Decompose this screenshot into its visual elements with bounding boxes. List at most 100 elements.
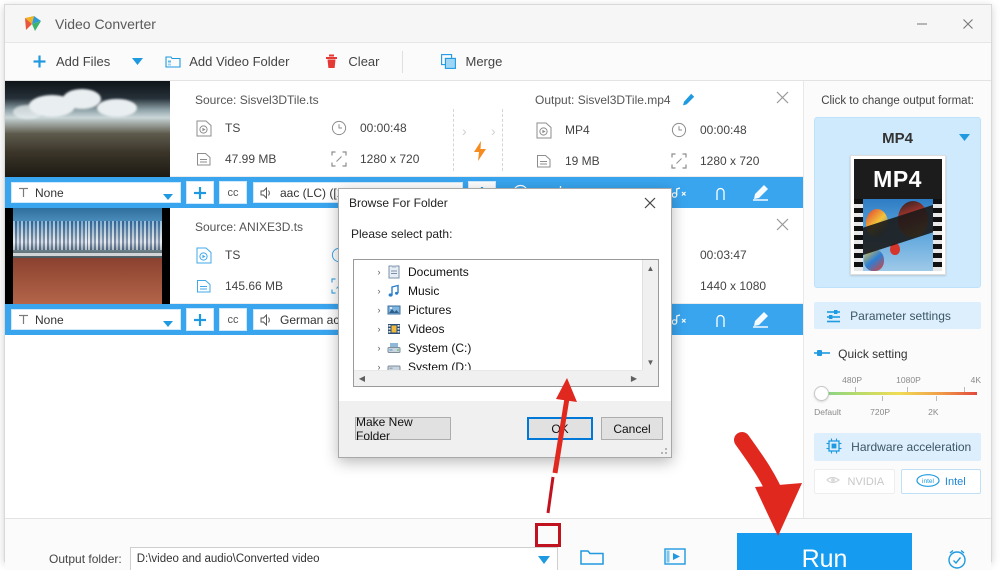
gpu-nvidia-option[interactable]: NVIDIA bbox=[814, 469, 895, 494]
add-files-dropdown[interactable] bbox=[120, 43, 154, 81]
scroll-down-icon[interactable]: ▼ bbox=[643, 354, 658, 370]
slider-track[interactable] bbox=[820, 392, 977, 395]
app-title: Video Converter bbox=[55, 15, 156, 32]
output-format: MP4 bbox=[535, 121, 670, 139]
gpu-intel-option[interactable]: intel Intel bbox=[900, 469, 982, 494]
output-folder-input[interactable]: D:\video and audio\Converted video bbox=[129, 546, 558, 570]
chevron-down-icon[interactable] bbox=[163, 316, 173, 330]
tree-item-system-d[interactable]: › System (D:) bbox=[354, 357, 642, 370]
loop-icon[interactable] bbox=[704, 179, 736, 207]
parameter-settings-label: Parameter settings bbox=[850, 308, 951, 323]
output-folder-label: Output folder: bbox=[49, 551, 122, 566]
slider-label-1080p: 1080P bbox=[896, 375, 921, 385]
resize-grip[interactable] bbox=[658, 445, 668, 455]
add-subtitle-button[interactable] bbox=[186, 308, 214, 331]
slider-label-4k: 4K bbox=[970, 375, 981, 385]
slider-bottom-labels: Default 720P 2K bbox=[814, 407, 981, 420]
output-filename-wrap: Output: Sisvel3DTile.mp4 bbox=[535, 93, 803, 109]
scroll-right-icon[interactable]: ▶ bbox=[626, 374, 642, 383]
tree-item-music[interactable]: › Music bbox=[354, 281, 642, 300]
output-meta: MP4 00:00:48 19 MB 1280 x 720 bbox=[535, 121, 803, 170]
scroll-up-icon[interactable]: ▲ bbox=[643, 260, 658, 276]
run-button[interactable]: Run bbox=[737, 533, 912, 570]
edit-effects-icon[interactable] bbox=[744, 179, 776, 207]
format-card[interactable]: MP4 MP4 bbox=[814, 117, 981, 288]
tree-item-pictures[interactable]: › Pictures bbox=[354, 300, 642, 319]
documents-icon bbox=[386, 264, 402, 280]
folder-video-icon bbox=[164, 53, 181, 70]
source-size: 145.66 MB bbox=[195, 277, 330, 295]
output-duration: 00:03:47 bbox=[670, 246, 803, 264]
closed-caption-button[interactable]: cc bbox=[219, 308, 247, 331]
chevron-down-icon[interactable] bbox=[959, 128, 970, 146]
chevron-right-icon[interactable]: › bbox=[372, 362, 386, 371]
main-toolbar: Add Files Add Video Folder Clear Merge bbox=[5, 43, 991, 81]
add-subtitle-button[interactable] bbox=[186, 181, 214, 204]
chevron-right-icon[interactable]: › bbox=[372, 267, 386, 277]
make-new-folder-button[interactable]: Make New Folder bbox=[355, 415, 451, 443]
chevron-down-icon[interactable] bbox=[163, 189, 173, 203]
tree-item-label: System (D:) bbox=[408, 359, 472, 371]
thumb-left-eye bbox=[13, 208, 88, 304]
source-format: TS bbox=[195, 119, 330, 137]
output-resolution: 1440 x 1080 bbox=[670, 277, 803, 295]
document-icon bbox=[195, 277, 213, 295]
chevron-right-icon: › bbox=[462, 123, 467, 139]
close-icon[interactable] bbox=[945, 5, 991, 43]
chevron-right-icon[interactable]: › bbox=[372, 343, 386, 353]
clear-button[interactable]: Clear bbox=[313, 43, 389, 81]
remove-file-icon[interactable] bbox=[776, 91, 789, 106]
file-row[interactable]: Source: Sisvel3DTile.ts TS 00:00:48 47.9… bbox=[5, 81, 804, 177]
output-duration: 00:00:48 bbox=[670, 121, 803, 139]
app-logo-icon bbox=[23, 14, 43, 34]
subtitle-value: None bbox=[35, 185, 64, 200]
tree-horizontal-scrollbar[interactable]: ◀ ▶ bbox=[354, 370, 642, 386]
divider-dash-2 bbox=[502, 109, 503, 171]
dialog-close-icon[interactable] bbox=[629, 189, 671, 217]
ok-button[interactable]: OK bbox=[527, 417, 593, 440]
tree-vertical-scrollbar[interactable]: ▲ ▼ bbox=[642, 260, 658, 386]
slider-handle[interactable] bbox=[814, 386, 830, 401]
merge-button[interactable]: Merge bbox=[431, 43, 513, 81]
parameter-settings-button[interactable]: Parameter settings bbox=[814, 302, 981, 329]
output-folder-dropdown[interactable] bbox=[532, 549, 556, 570]
quality-slider[interactable]: 480P 1080P 4K Default 720P 2K bbox=[814, 375, 981, 421]
chevron-right-icon[interactable]: › bbox=[372, 305, 386, 315]
format-name: MP4 bbox=[882, 130, 913, 147]
format-thumbnail: MP4 bbox=[849, 155, 946, 275]
edit-effects-icon[interactable] bbox=[744, 306, 776, 334]
tree-item-videos[interactable]: › Videos bbox=[354, 319, 642, 338]
source-format: TS bbox=[195, 246, 330, 264]
hardware-acceleration-button[interactable]: Hardware acceleration bbox=[814, 433, 981, 461]
folder-tree-container: › Documents › Music › Pictures › Videos › Sys… bbox=[353, 259, 659, 387]
open-folder-icon[interactable] bbox=[579, 547, 604, 570]
preview-video-icon[interactable] bbox=[664, 547, 686, 570]
minimize-button[interactable] bbox=[899, 5, 945, 43]
cpu-chip-icon bbox=[826, 438, 842, 457]
loop-icon[interactable] bbox=[704, 306, 736, 334]
video-thumbnail bbox=[5, 208, 170, 304]
add-files-button[interactable]: Add Files bbox=[21, 43, 120, 81]
source-format-value: TS bbox=[225, 248, 241, 262]
tree-item-system-c[interactable]: › System (C:) bbox=[354, 338, 642, 357]
video-file-icon bbox=[195, 119, 213, 137]
slider-label-480p: 480P bbox=[842, 375, 863, 385]
chevron-right-icon[interactable]: › bbox=[372, 286, 386, 296]
video-file-icon bbox=[535, 121, 553, 139]
tree-item-documents[interactable]: › Documents bbox=[354, 262, 642, 281]
schedule-alarm-icon[interactable] bbox=[945, 547, 969, 570]
subtitle-select[interactable]: None bbox=[11, 309, 181, 330]
edit-pencil-icon[interactable] bbox=[682, 93, 695, 109]
dialog-prompt: Please select path: bbox=[351, 227, 453, 241]
subtitle-select[interactable]: None bbox=[11, 182, 181, 203]
clock-icon bbox=[670, 246, 688, 264]
closed-caption-button[interactable]: cc bbox=[219, 181, 247, 204]
drive-icon bbox=[386, 359, 402, 370]
add-video-folder-button[interactable]: Add Video Folder bbox=[154, 43, 299, 81]
remove-file-icon[interactable] bbox=[776, 218, 789, 233]
output-size-value: 19 MB bbox=[565, 154, 600, 168]
output-filename: Output: Sisvel3DTile.mp4 bbox=[535, 93, 671, 107]
cancel-button[interactable]: Cancel bbox=[601, 417, 663, 440]
chevron-right-icon[interactable]: › bbox=[372, 324, 386, 334]
scroll-left-icon[interactable]: ◀ bbox=[354, 374, 370, 383]
